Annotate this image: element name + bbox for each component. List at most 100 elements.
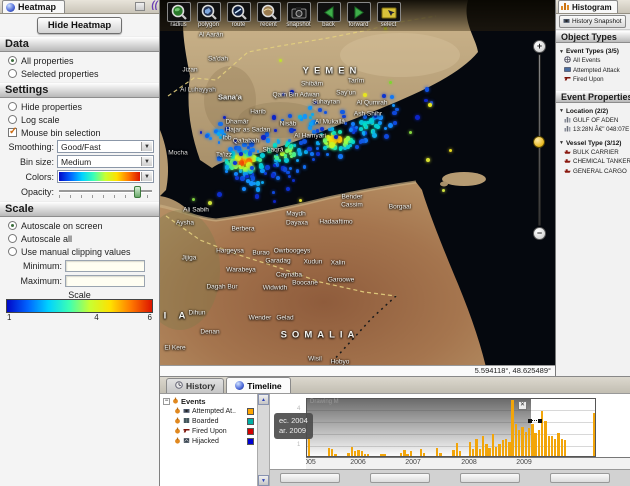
map-label: Gelad (276, 315, 293, 322)
radio-all-properties[interactable]: All properties (0, 54, 159, 67)
toolbar-button-polygon[interactable]: polygon (195, 2, 222, 31)
map-label: Jijiga (182, 255, 197, 262)
toolbar-button-back[interactable]: back (315, 2, 342, 31)
timeline-bar (479, 449, 481, 456)
radio-icon[interactable] (8, 221, 17, 230)
radio-autoscale-all[interactable]: Autoscale all (0, 232, 159, 245)
event-type-row-attempted-at-[interactable]: Attempted At.. (160, 406, 257, 416)
scrollbar-segment[interactable] (550, 473, 610, 483)
zoom-in-button[interactable]: + (533, 40, 546, 53)
checkbox-mouse-bin-selection[interactable]: Mouse bin selection (0, 126, 159, 139)
color-swatch[interactable] (247, 428, 254, 435)
event-type-label: Hijacked (192, 438, 219, 445)
timeline-bar (488, 448, 490, 456)
event-type-row-boarded[interactable]: Boarded (160, 416, 257, 426)
maximum-field[interactable] (65, 275, 145, 287)
toolbar-button-select[interactable]: select (375, 2, 402, 31)
colors-dropdown[interactable]: ▼ (57, 170, 154, 183)
panel-minimize-button[interactable] (135, 2, 145, 11)
scroll-up-icon[interactable]: ▲ (258, 394, 269, 405)
zoom-out-button[interactable]: − (533, 227, 546, 240)
bin-size-dropdown[interactable]: Medium ▼ (57, 155, 154, 168)
radio-log-scale[interactable]: Log scale (0, 113, 159, 126)
minimum-field[interactable] (65, 260, 145, 272)
map-zoom-slider[interactable]: + − (532, 40, 548, 240)
color-swatch[interactable] (247, 418, 254, 425)
timeline-bar (482, 436, 484, 456)
tree-item-gulf-of-aden[interactable]: GULF OF ADEN (556, 116, 630, 126)
map-label: Bender (342, 194, 363, 201)
event-type-row-hijacked[interactable]: Hijacked (160, 436, 257, 446)
tree-item-13-28n-048-07e[interactable]: 13:28N Â€" 048:07E (556, 125, 630, 135)
timeline-bar (538, 430, 540, 456)
toolbar-button-snapshot[interactable]: snapshot (285, 2, 312, 31)
radio-selected-properties[interactable]: Selected properties (0, 67, 159, 80)
tree-item-all-events[interactable]: All Events (556, 56, 630, 66)
map-view[interactable]: Al AarânSa'dahJizanAl LuhayyahSana'aYEME… (160, 0, 555, 376)
scrollbar-segment[interactable] (370, 473, 430, 483)
opacity-slider[interactable] (57, 185, 154, 199)
radio-icon[interactable] (8, 115, 17, 124)
tab-heatmap[interactable]: Heatmap (2, 0, 65, 13)
scrollbar-segment[interactable] (460, 473, 520, 483)
timeline-scrollbar[interactable] (270, 469, 630, 486)
tree-item-chemical-tanker[interactable]: CHEMICAL TANKER (556, 157, 630, 167)
map-label: Ash Shihr (354, 111, 382, 118)
collapse-triangle-icon[interactable]: ▼ (559, 108, 564, 114)
map-label: Berbera (231, 226, 254, 233)
tree-group-title[interactable]: ▼Vessel Type (3/12) (556, 135, 630, 148)
zoom-slider-thumb[interactable] (533, 136, 545, 148)
tree-item-fired-upon[interactable]: Fired Upon (556, 75, 630, 85)
collapse-triangle-icon[interactable]: ▼ (559, 49, 564, 55)
color-swatch[interactable] (247, 438, 254, 445)
tree-item-bulk-carrier[interactable]: BULK CARRIER (556, 148, 630, 158)
radio-icon[interactable] (8, 234, 17, 243)
map-labels-layer: Al AarânSa'dahJizanAl LuhayyahSana'aYEME… (160, 0, 555, 376)
radio-icon[interactable] (8, 69, 17, 78)
tree-scrollbar[interactable]: ▲ ▼ (258, 394, 270, 486)
smoothing-dropdown[interactable]: Good/Fast ▼ (57, 140, 154, 153)
color-swatch[interactable] (247, 408, 254, 415)
checkbox-icon[interactable] (8, 128, 17, 137)
toolbar-button-recent[interactable]: recent (255, 2, 282, 31)
toolbar-button-route[interactable]: route (225, 2, 252, 31)
radio-icon[interactable] (8, 102, 17, 111)
radio-icon[interactable] (8, 56, 17, 65)
tree-group-title[interactable]: ▼Location (2/2) (556, 103, 630, 116)
opacity-slider-thumb[interactable] (134, 186, 141, 198)
radio-autoscale-on-screen[interactable]: Autoscale on screen (0, 219, 159, 232)
tab-histogram[interactable]: Histogram (558, 0, 618, 13)
timeline-plot[interactable]: ✕ (306, 398, 596, 457)
tree-item-general-cargo[interactable]: GENERAL CARGO (556, 167, 630, 177)
hand-icon (174, 407, 181, 416)
radio-icon[interactable] (8, 247, 17, 256)
scale-tick: 6 (148, 313, 152, 322)
event-type-row-fired-upon[interactable]: Fired Upon (160, 426, 257, 436)
heatmap-panel: Heatmap (( Hide Heatmap Data All propert… (0, 0, 160, 486)
timeline-bar (531, 424, 533, 456)
close-icon[interactable]: ✕ (518, 401, 527, 410)
events-tree-root[interactable]: − Events (160, 396, 257, 406)
history-snapshot-button[interactable]: History Snapshot (559, 15, 626, 28)
tree-group-title[interactable]: ▼Event Types (3/5) (556, 43, 630, 56)
hide-heatmap-button[interactable]: Hide Heatmap (37, 17, 122, 34)
toolbar-button-radius[interactable]: radius (165, 2, 192, 31)
radio-manual-clipping[interactable]: Use manual clipping values (0, 245, 159, 258)
coordinates-readout: 5.594118°, 48.625489° (160, 365, 555, 376)
events-root-label: Events (181, 397, 206, 406)
map-label: Xudun (304, 259, 323, 266)
collapse-triangle-icon[interactable]: ▼ (559, 140, 564, 146)
radio-hide-properties[interactable]: Hide properties (0, 100, 159, 113)
timeline-chart[interactable]: Drawing M ✕ ec. 2004 ar. 2009 4321 20052… (270, 394, 630, 486)
tab-history[interactable]: History (166, 378, 224, 393)
scroll-down-icon[interactable]: ▼ (258, 475, 269, 486)
toolbar-button-forward[interactable]: forward (345, 2, 372, 31)
maximum-label: Maximum: (14, 276, 62, 286)
timeline-bar (502, 440, 504, 456)
scrollbar-segment[interactable] (280, 473, 340, 483)
ship-icon (564, 157, 571, 166)
heatmap-tab-label: Heatmap (18, 2, 56, 12)
tree-expander-icon[interactable]: − (163, 398, 170, 405)
tab-timeline[interactable]: Timeline (226, 377, 290, 393)
tree-item-attempted-attack[interactable]: Attempted Attack (556, 66, 630, 76)
